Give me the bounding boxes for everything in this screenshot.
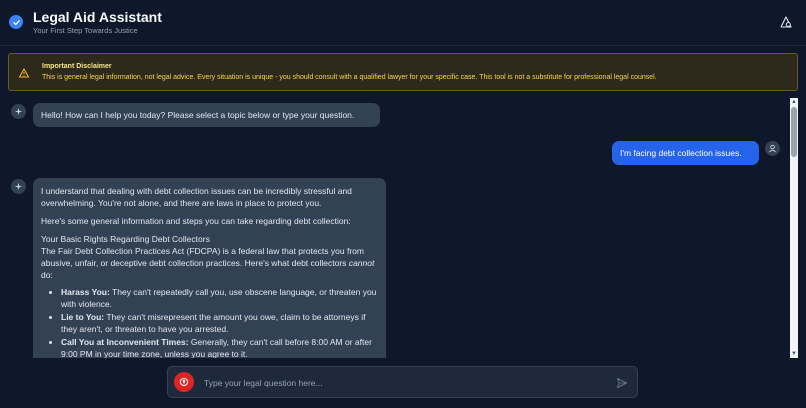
settings-icon[interactable]: [780, 15, 792, 28]
list-item: Harass You: They can't repeatedly call y…: [61, 286, 378, 310]
fdcpa-text-end: do:: [41, 270, 53, 280]
check-badge-icon: [9, 15, 23, 29]
question-input[interactable]: [204, 374, 604, 391]
response-fdcpa: The Fair Debt Collection Practices Act (…: [41, 245, 378, 281]
mic-icon: [179, 377, 189, 387]
app-header: Legal Aid Assistant Your First Step Towa…: [0, 0, 806, 46]
fdcpa-emphasis: cannot: [348, 258, 375, 268]
rights-list: Harass You: They can't repeatedly call y…: [61, 286, 378, 358]
assistant-message: I understand that dealing with debt coll…: [33, 178, 386, 358]
greeting-text: Hello! How can I help you today? Please …: [41, 110, 355, 120]
response-lead: Here's some general information and step…: [41, 216, 351, 226]
input-bar: [167, 366, 638, 398]
app-subtitle: Your First Step Towards Justice: [33, 26, 138, 35]
list-item: Lie to You: They can't misrepresent the …: [61, 311, 378, 335]
user-message: I'm facing debt collection issues.: [612, 141, 759, 165]
disclaimer-title: Important Disclaimer: [42, 63, 112, 70]
chat-log[interactable]: Hello! How can I help you today? Please …: [0, 98, 790, 358]
disclaimer-banner: Important Disclaimer This is general leg…: [8, 53, 798, 91]
assistant-avatar-icon: [11, 179, 26, 194]
scroll-down-icon[interactable]: ▼: [790, 350, 798, 358]
warning-icon: [19, 65, 29, 78]
app-title: Legal Aid Assistant: [33, 9, 162, 25]
assistant-avatar-icon: [11, 104, 26, 119]
mic-button[interactable]: [174, 372, 194, 392]
chat-scrollbar[interactable]: ▲ ▼: [790, 98, 798, 358]
response-intro: I understand that dealing with debt coll…: [41, 186, 352, 208]
scroll-up-icon[interactable]: ▲: [790, 98, 798, 106]
fdcpa-text: The Fair Debt Collection Practices Act (…: [41, 246, 364, 268]
user-avatar-icon: [765, 141, 780, 156]
disclaimer-text: This is general legal information, not l…: [42, 74, 657, 81]
response-heading: Your Basic Rights Regarding Debt Collect…: [41, 234, 210, 244]
scrollbar-thumb[interactable]: [791, 107, 797, 157]
list-item: Call You at Inconvenient Times: Generall…: [61, 336, 378, 358]
assistant-message: Hello! How can I help you today? Please …: [33, 103, 380, 127]
user-question-text: I'm facing debt collection issues.: [620, 148, 742, 158]
send-icon[interactable]: [616, 376, 629, 389]
